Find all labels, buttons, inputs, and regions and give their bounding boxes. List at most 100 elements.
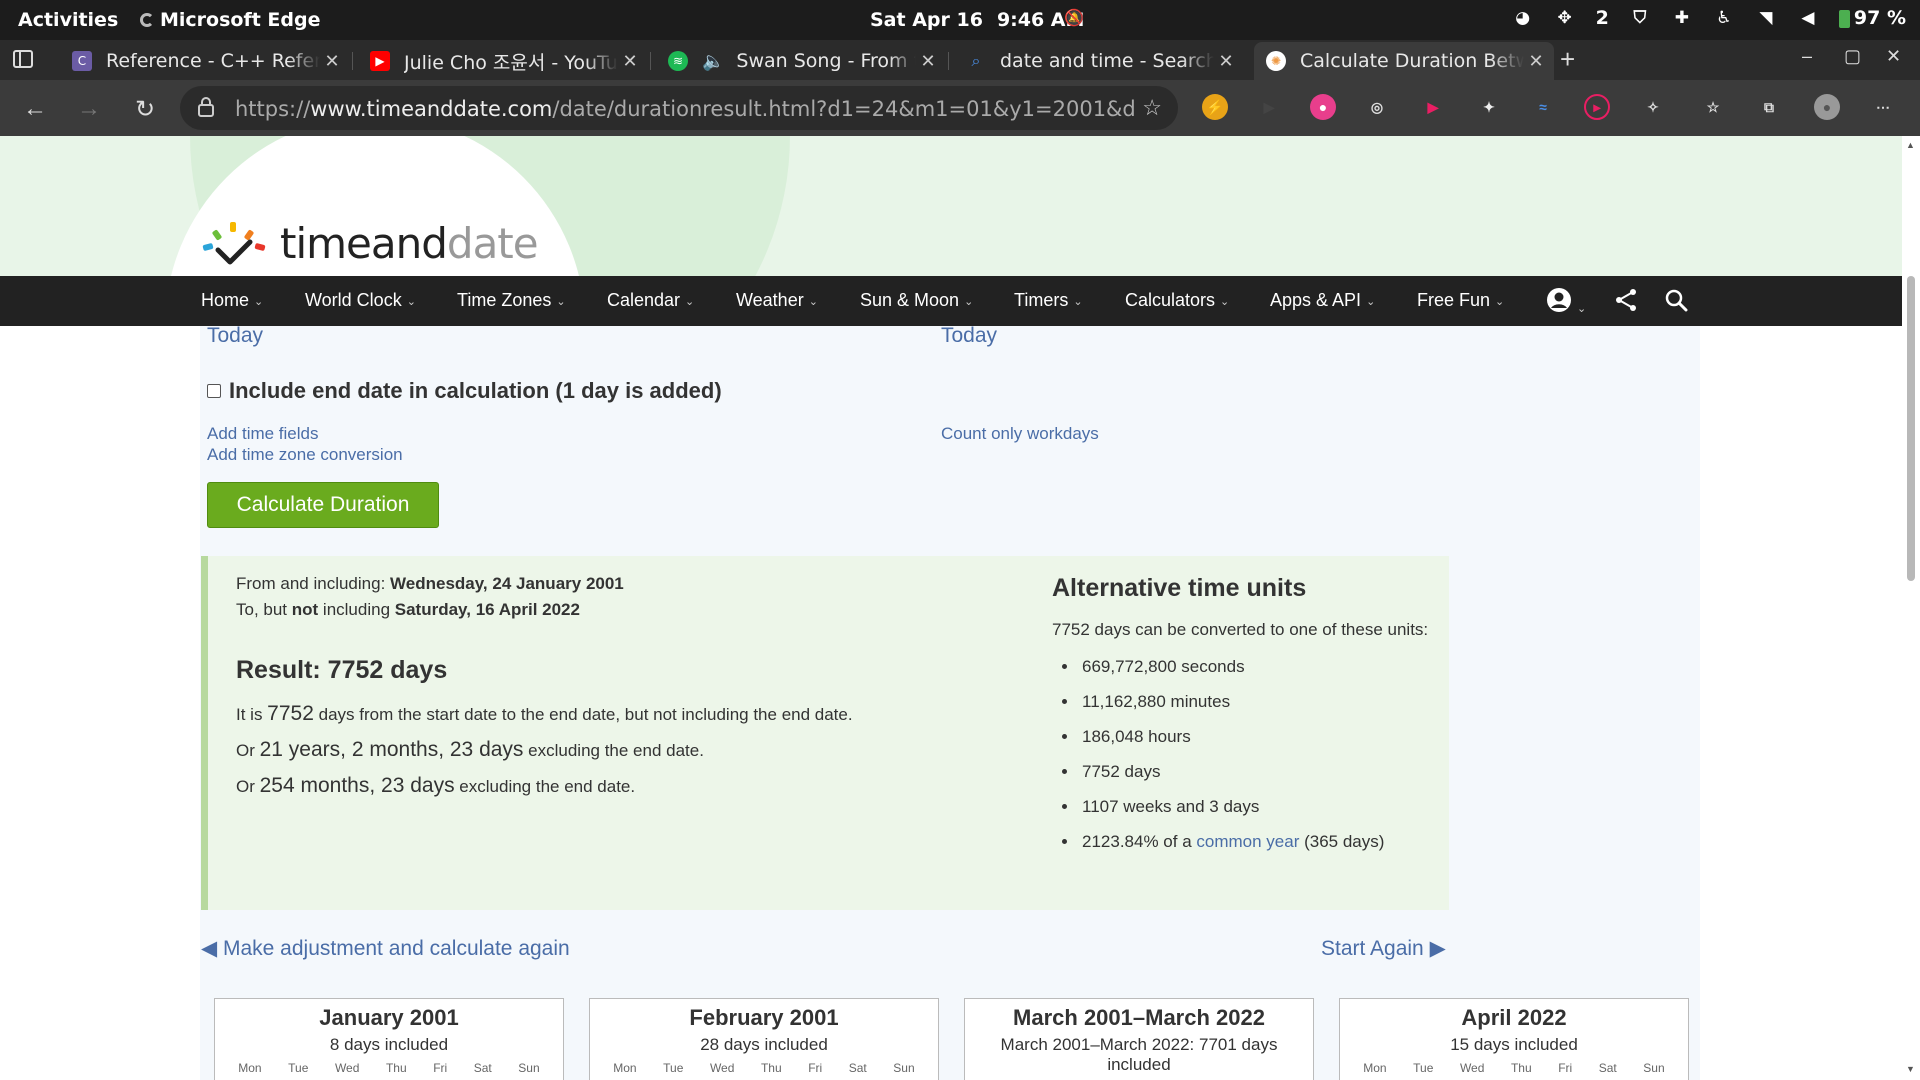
extension-8-icon[interactable]: ▸ [1584,94,1610,120]
forward-arrow-icon[interactable]: → [74,95,104,123]
tab-title: Julie Cho 조윤서 - YouTube [404,51,618,74]
lock-icon[interactable] [198,97,214,117]
alternative-units-title: Alternative time units [1052,574,1307,602]
close-icon[interactable]: ✕ [618,51,642,72]
tab-actions-icon[interactable] [12,48,48,72]
app-menu[interactable]: Microsoft Edge [140,9,321,31]
tab-spotify[interactable]: ≋ 🔈 Swan Song - From the ✕ [656,42,946,80]
extension-4-icon[interactable]: ◎ [1364,94,1390,120]
url-prefix: https:// [235,97,311,121]
volume-icon[interactable]: ◀ [1797,7,1819,29]
shield-icon[interactable]: ⛉ [1629,7,1651,29]
make-adjustment-link[interactable]: ◀ Make adjustment and calculate again [201,936,570,961]
nav-sun-moon[interactable]: Sun & Moon ⌄ [860,290,973,311]
url-text[interactable]: https://www.timeanddate.com/date/duratio… [235,97,1135,121]
nav-weather[interactable]: Weather ⌄ [736,290,818,311]
nav-free-fun[interactable]: Free Fun ⌄ [1417,290,1504,311]
extension-1-icon[interactable]: ⚡ [1202,94,1228,120]
nav-world-clock[interactable]: World Clock ⌄ [305,290,416,311]
site-logo[interactable]: timeanddate [200,218,539,268]
tab-title: Reference - C++ Reference [106,50,320,72]
nav-label: Calculators [1125,290,1216,310]
to-prefix: To, but [236,600,292,619]
add-time-zone-conversion-link[interactable]: Add time zone conversion [207,445,403,465]
nav-label: Weather [736,290,804,310]
calculate-duration-button[interactable]: Calculate Duration [207,482,439,528]
extension-2-icon[interactable]: ▶ [1256,94,1282,120]
share-icon[interactable] [1614,288,1638,317]
start-again-link[interactable]: Start Again ▶ [1321,936,1446,961]
tab-youtube[interactable]: ▶ Julie Cho 조윤서 - YouTube ✕ [358,42,648,80]
url-host: www.timeanddate.com [310,97,553,121]
notification-count[interactable]: 2 [1596,7,1609,29]
minimize-button[interactable]: – [1802,46,1812,67]
extension-6-icon[interactable]: ✦ [1476,94,1502,120]
back-arrow-icon[interactable]: ← [20,95,50,123]
new-tab-button[interactable]: + [1560,44,1575,75]
result-months-line: Or 254 months, 23 days excluding the end… [236,774,635,798]
list-item: 1107 weeks and 3 days [1052,789,1432,824]
headset-icon[interactable]: ◕ [1512,7,1534,29]
extension-5-icon[interactable]: ▶ [1420,94,1446,120]
tab-cpp-reference[interactable]: C Reference - C++ Reference ✕ [60,42,350,80]
extensions-puzzle-icon[interactable]: ✧ [1640,94,1666,120]
search-icon[interactable] [1664,288,1688,317]
extension-7-icon[interactable]: ≈ [1530,94,1556,120]
scrollbar-thumb[interactable] [1907,276,1915,581]
nav-time-zones[interactable]: Time Zones ⌄ [457,290,566,311]
address-bar[interactable]: https://www.timeanddate.com/date/duratio… [180,86,1178,130]
scroll-up-icon[interactable]: ▲ [1906,140,1915,150]
logo-part-1: timeand [280,218,448,268]
end-today-link[interactable]: Today [941,324,997,348]
favorite-star-icon[interactable]: ☆ [1142,95,1162,121]
wifi-icon[interactable]: ◥ [1755,7,1777,29]
collections-icon[interactable]: ⧉ [1756,94,1782,120]
favorites-icon[interactable]: ☆ [1700,94,1726,120]
calendar-title: February 2001 [689,1005,839,1030]
calendar-subtitle: 15 days included [1450,1035,1578,1054]
list-item: 7752 days [1052,754,1432,789]
account-menu[interactable]: ⌄ [1546,287,1586,318]
chevron-down-icon: ⌄ [556,295,566,308]
page-scrollbar[interactable]: ▲ ▼ [1902,136,1920,1080]
close-icon[interactable]: ✕ [916,51,940,72]
activities-button[interactable]: Activities [18,9,118,31]
result-ymd-value: 21 years, 2 months, 23 days [259,738,524,761]
close-icon[interactable]: ✕ [1214,51,1238,72]
speaker-icon[interactable]: 🔈 [702,51,724,72]
result-ymd-line: Or 21 years, 2 months, 23 days excluding… [236,738,704,762]
system-tray[interactable]: ◕ ✥ 2 ⛉ ✚ ♿ ◥ ◀ 97 % [1512,7,1906,29]
nav-home[interactable]: Home ⌄ [201,290,263,311]
count-only-workdays-link[interactable]: Count only workdays [941,424,1099,444]
close-icon[interactable]: ✕ [1524,51,1548,72]
extension-icon[interactable]: ✚ [1671,7,1693,29]
nav-calculators[interactable]: Calculators ⌄ [1125,290,1229,311]
maximize-button[interactable]: ▢ [1844,46,1861,67]
tab-search[interactable]: ⌕ date and time - Search ✕ [954,42,1244,80]
scroll-down-icon[interactable]: ▼ [1906,1064,1915,1074]
dropbox-icon[interactable]: ✥ [1554,7,1576,29]
nav-label: Free Fun [1417,290,1491,310]
accessibility-icon[interactable]: ♿ [1713,7,1735,29]
close-icon[interactable]: ✕ [320,51,344,72]
close-window-button[interactable]: ✕ [1886,46,1901,67]
more-menu-icon[interactable]: ⋯ [1870,94,1896,120]
start-today-link[interactable]: Today [207,324,263,348]
add-time-fields-link[interactable]: Add time fields [207,424,319,444]
chevron-down-icon: ⌄ [1220,295,1230,308]
profile-avatar[interactable]: ● [1814,94,1840,120]
line-suffix: excluding the end date. [523,741,704,760]
nav-calendar[interactable]: Calendar ⌄ [607,290,694,311]
nav-label: Sun & Moon [860,290,960,310]
include-end-date-label[interactable]: Include end date in calculation (1 day i… [229,378,722,404]
system-top-bar: Activities Microsoft Edge Sat Apr 16 9:46… [0,0,1920,40]
extension-3-icon[interactable]: ● [1310,94,1336,120]
to-date: Saturday, 16 April 2022 [394,600,580,619]
nav-timers[interactable]: Timers ⌄ [1014,290,1083,311]
tab-timeanddate[interactable]: ✺ Calculate Duration Between ✕ [1254,42,1554,80]
include-end-date-checkbox[interactable] [207,384,221,398]
reload-icon[interactable]: ↻ [130,95,160,124]
common-year-link[interactable]: common year [1196,832,1299,851]
battery-indicator[interactable]: 97 % [1838,7,1906,29]
nav-apps-api[interactable]: Apps & API ⌄ [1270,290,1375,311]
